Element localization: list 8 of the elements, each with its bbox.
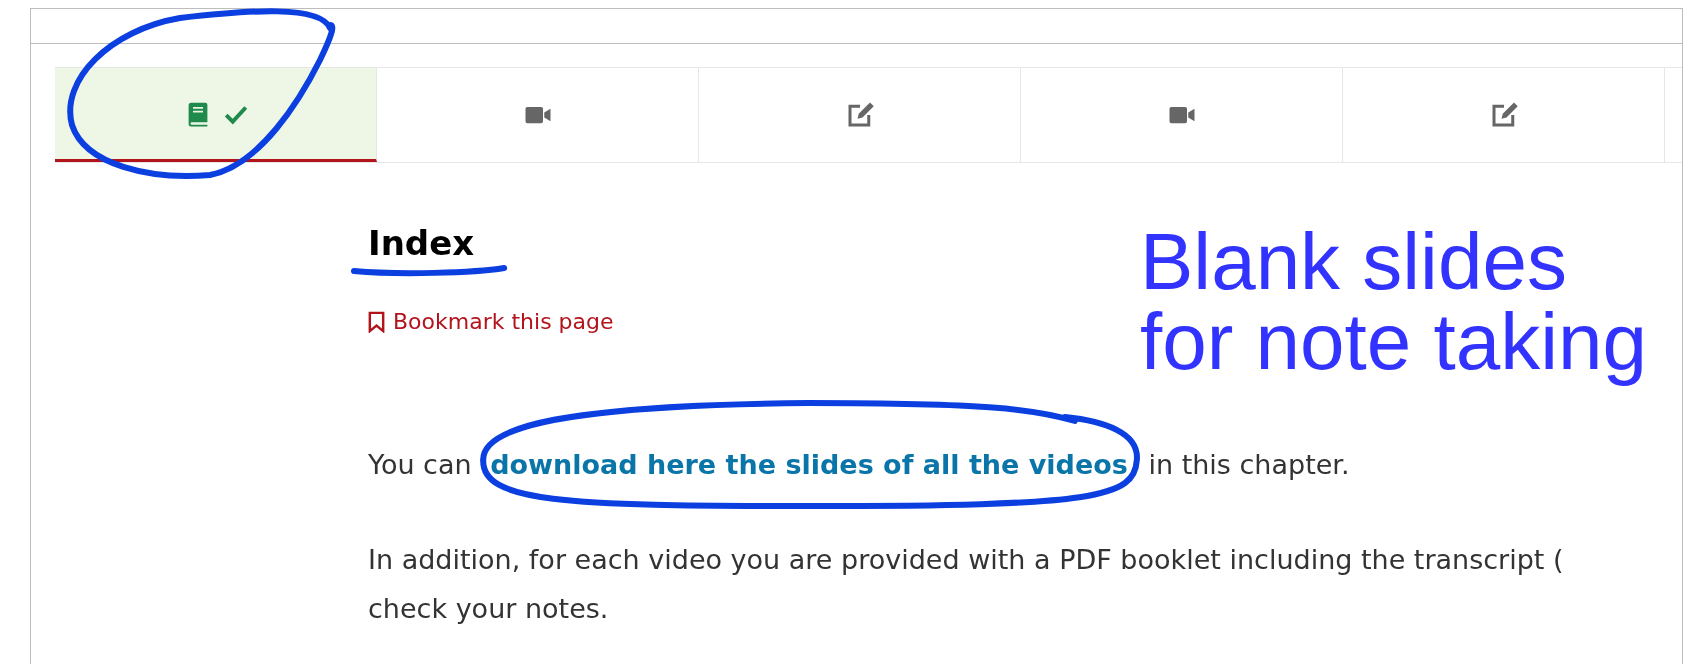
tab[interactable] bbox=[55, 68, 377, 162]
page-heading: Index bbox=[368, 222, 475, 265]
download-link[interactable]: download here the slides of all the videos bbox=[490, 449, 1128, 480]
paragraph: check your notes. bbox=[368, 592, 609, 626]
bookmark-link[interactable]: Bookmark this page bbox=[368, 309, 614, 334]
bookmark-icon bbox=[368, 310, 385, 333]
paragraph: In addition, for each video you are provided with a PDF booklet including the transcript ( bbox=[368, 543, 1564, 577]
paragraph: You can download here the slides of all the videos in this chapter. bbox=[368, 448, 1350, 482]
